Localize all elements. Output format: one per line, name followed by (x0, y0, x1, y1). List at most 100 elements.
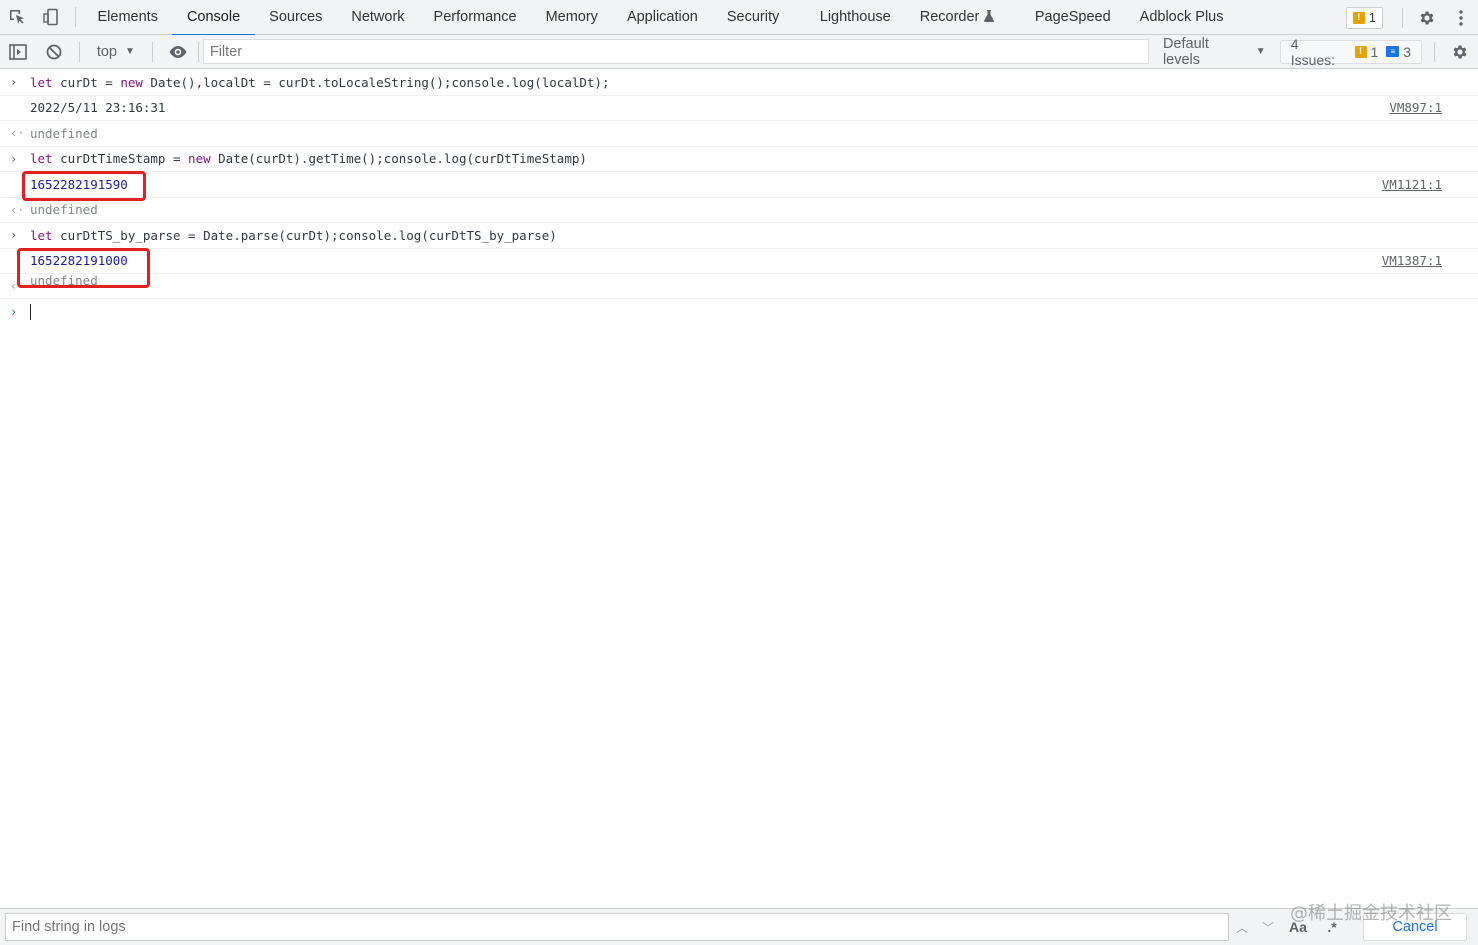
console-input-row: › let curDtTS_by_parse = Date.parse(curD… (0, 223, 1478, 249)
issues-info-count: 3 (1403, 43, 1412, 60)
info-message-icon: ≡ (1386, 46, 1400, 57)
console-toolbar: top ▼ Default levels ▼ 4 Issues: ! 1 ≡ 3 (0, 35, 1478, 69)
result-value: undefined (30, 202, 98, 218)
toolbar-divider (151, 41, 153, 62)
tab-label: Sources (269, 9, 323, 25)
context-selector[interactable]: top ▼ (87, 44, 145, 60)
console-log-row: 2022/5/11 23:16:31 VM897:1 (0, 96, 1478, 121)
issues-label: 4 Issues: (1290, 35, 1336, 68)
console-prompt[interactable]: › (0, 299, 1478, 325)
input-chevron-icon: › (10, 228, 18, 243)
input-chevron-icon: › (10, 151, 18, 166)
tab-label: Memory (545, 9, 598, 25)
settings-gear-icon[interactable] (1410, 0, 1444, 35)
issues-button[interactable]: 4 Issues: ! 1 ≡ 3 (1279, 36, 1423, 68)
tab-label: Application (626, 9, 698, 25)
code-text: curDtTimeStamp = (52, 151, 189, 167)
tab-label: Elements (97, 9, 158, 25)
source-link[interactable]: VM1121:1 (1382, 177, 1442, 192)
toolbar-divider (197, 41, 199, 62)
tab-label: PageSpeed (1034, 9, 1111, 25)
source-link[interactable]: VM1387:1 (1382, 253, 1442, 268)
result-value: undefined (30, 272, 98, 288)
tab-label: Network (351, 9, 405, 25)
result-value: undefined (30, 125, 98, 141)
result-arrow-icon: ‹· (10, 126, 25, 141)
log-output-number: 1652282191000 (30, 253, 128, 269)
experiment-flask-icon (984, 9, 995, 25)
code-text: Date(),localDt = curDt.toLocaleString();… (142, 74, 610, 90)
toolbar-divider (75, 7, 76, 27)
code-text: curDtTS_by_parse = Date.parse(curDt);con… (52, 227, 557, 243)
tab-label: Lighthouse (819, 9, 891, 25)
tab-adblock-plus[interactable]: Adblock Plus (1125, 0, 1238, 35)
input-chevron-icon: › (10, 75, 18, 90)
console-result-row: ‹· undefined (0, 272, 1478, 299)
tab-label: Security (726, 9, 780, 25)
prompt-chevron-icon: › (10, 305, 18, 319)
tab-sources[interactable]: Sources (255, 0, 337, 35)
console-log-row: 1652282191000 VM1387:1 (0, 247, 1478, 288)
find-in-logs-input[interactable] (5, 913, 1229, 941)
context-value: top (96, 43, 118, 60)
issues-warning-count: 1 (1370, 43, 1379, 60)
find-previous-icon[interactable]: ︿ (1229, 913, 1255, 941)
find-next-icon[interactable]: ﹀ (1255, 913, 1281, 941)
tab-elements[interactable]: Elements (83, 0, 172, 35)
tab-security[interactable]: Security (712, 0, 805, 35)
tab-performance[interactable]: Performance (419, 0, 531, 35)
tab-label: Performance (433, 9, 517, 25)
toolbar-divider (78, 41, 80, 62)
tab-console[interactable]: Console (172, 0, 255, 36)
watermark: @稀土掘金技术社区 (1290, 903, 1452, 924)
issues-counter-badge[interactable]: ! 1 (1345, 6, 1383, 29)
dropdown-arrow-icon: ▼ (1255, 46, 1266, 57)
code-text: curDt = (52, 74, 121, 90)
find-in-logs-bar: ︿ ﹀ Aa .* Cancel (0, 908, 1478, 945)
console-messages: › let curDt = new Date(),localDt = curDt… (0, 70, 1478, 325)
tabbar-right-actions: ! 1 (1345, 0, 1478, 35)
warning-icon: ! (1354, 45, 1367, 58)
code-keyword: let (30, 151, 53, 167)
console-log-row: 1652282191590 VM1121:1 (0, 171, 1478, 201)
live-expression-eye-icon[interactable] (160, 35, 196, 69)
console-input-row: › let curDtTimeStamp = new Date(curDt).g… (0, 147, 1478, 172)
text-caret (30, 304, 31, 320)
console-result-row: ‹· undefined (0, 121, 1478, 147)
tab-label: Adblock Plus (1139, 9, 1224, 25)
device-toolbar-icon[interactable] (34, 0, 68, 35)
filter-input[interactable] (202, 39, 1149, 64)
tab-label: Console (186, 9, 241, 25)
tab-recorder[interactable]: Recorder (905, 0, 1020, 35)
tab-lighthouse[interactable]: Lighthouse (805, 0, 905, 35)
result-arrow-icon: ‹· (10, 279, 25, 293)
log-output-number: 1652282191590 (30, 176, 128, 192)
toolbar-divider (1402, 7, 1403, 28)
console-input-row: › let curDt = new Date(),localDt = curDt… (0, 70, 1478, 96)
code-keyword: new (120, 74, 143, 90)
more-options-icon[interactable] (1444, 0, 1478, 35)
tab-application[interactable]: Application (612, 0, 712, 35)
code-keyword: let (30, 227, 53, 243)
toolbar-divider (1434, 41, 1436, 62)
inspect-element-icon[interactable] (0, 0, 34, 35)
code-keyword: let (30, 74, 53, 90)
tab-memory[interactable]: Memory (531, 0, 612, 35)
log-levels-label: Default levels (1162, 35, 1209, 68)
console-result-row: ‹· undefined (0, 198, 1478, 223)
log-levels-dropdown[interactable]: Default levels ▼ (1159, 36, 1270, 68)
tab-pagespeed[interactable]: PageSpeed (1020, 0, 1125, 35)
log-output: 2022/5/11 23:16:31 (30, 100, 166, 116)
dropdown-arrow-icon: ▼ (125, 46, 135, 57)
source-link[interactable]: VM897:1 (1389, 100, 1442, 115)
tab-label: Recorder (919, 9, 980, 25)
devtools-tabbar: Elements Console Sources Network Perform… (0, 0, 1478, 36)
show-sidebar-icon[interactable] (0, 35, 36, 69)
code-text: Date(curDt).getTime();console.log(curDtT… (210, 151, 587, 167)
clear-console-icon[interactable] (36, 35, 72, 69)
tab-network[interactable]: Network (337, 0, 419, 35)
console-settings-gear-icon[interactable] (1442, 35, 1478, 69)
result-arrow-icon: ‹· (10, 202, 25, 217)
warning-icon: ! (1352, 11, 1365, 24)
issues-count: 1 (1368, 10, 1376, 25)
